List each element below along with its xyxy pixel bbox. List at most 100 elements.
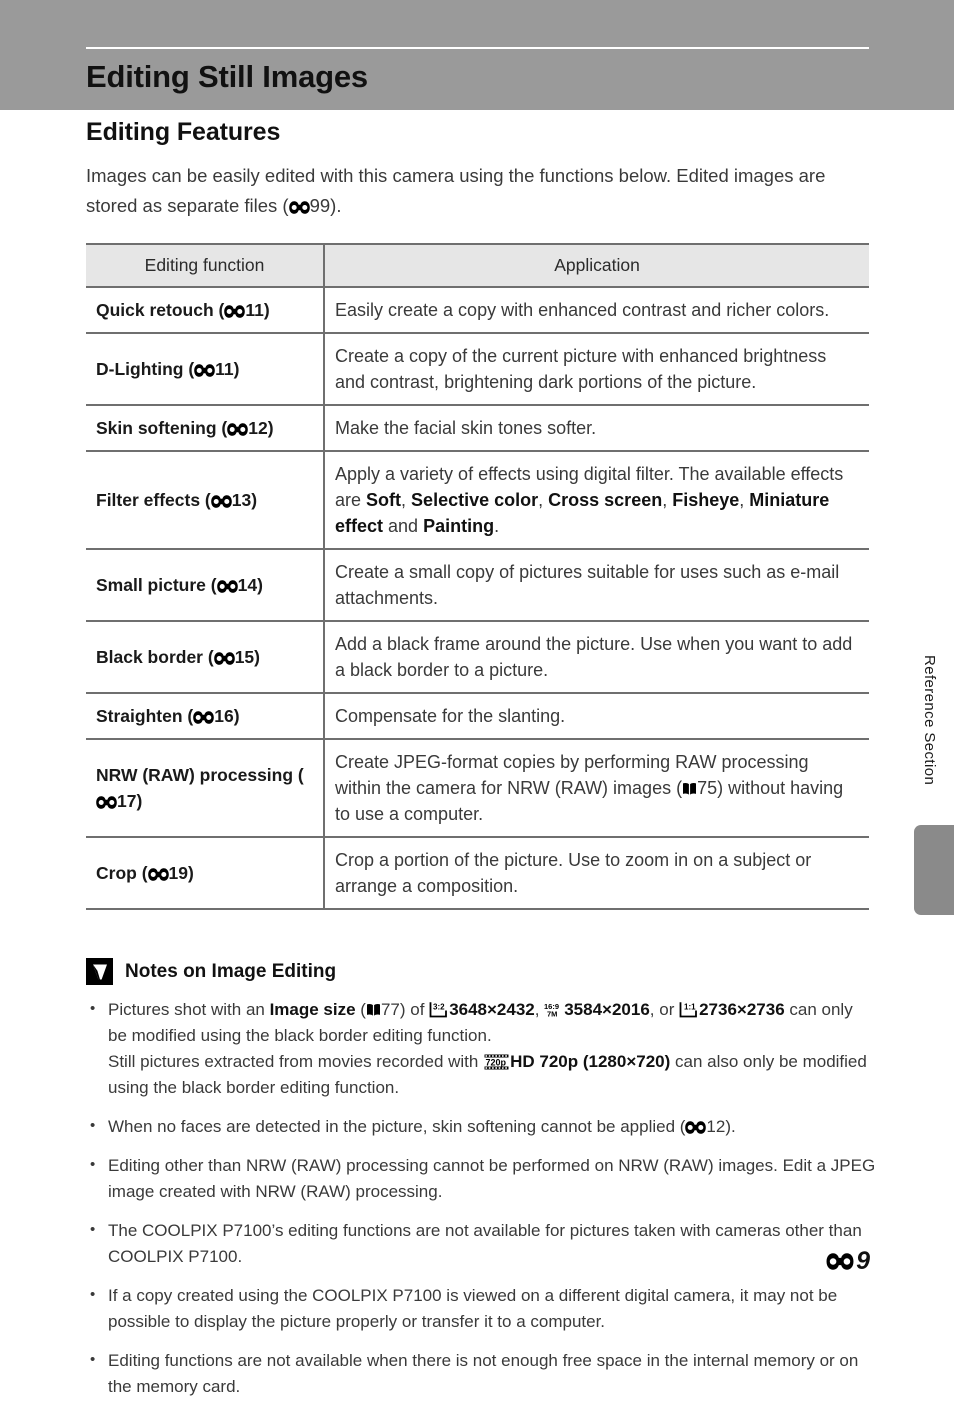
image-size-value: 3584×2016 (564, 1000, 650, 1019)
function-page-ref: 11 (245, 300, 264, 320)
function-page-ref: 17 (117, 791, 137, 811)
function-label: Quick retouch ( (96, 300, 225, 320)
reference-section-icon (288, 201, 310, 214)
cell-application: Add a black frame around the picture. Us… (324, 620, 869, 694)
table-row: Straighten (16) Compensate for the slant… (86, 692, 869, 740)
reference-section-icon (216, 580, 238, 593)
function-page-ref: 12 (248, 418, 268, 438)
effect-name: Selective color (411, 490, 539, 510)
page-header-band: Editing Still Images (0, 0, 954, 110)
note-text: ) of (399, 1000, 430, 1019)
main-content: Editing Features Images can be easily ed… (86, 118, 875, 1413)
function-label-tail: ) (136, 791, 143, 811)
table-row: NRW (RAW) processing ( 17) Create JPEG-fo… (86, 738, 869, 838)
header-divider-rule (86, 47, 869, 49)
intro-text-part1: Images can be easily edited with this ca… (86, 165, 826, 216)
function-label-tail: ) (251, 490, 258, 510)
table-row: Crop (19) Crop a portion of the picture.… (86, 836, 869, 910)
table-row: Skin softening ( 12) Make the facial skin… (86, 404, 869, 452)
function-label-tail: ) (188, 863, 194, 883)
cell-application: Easily create a copy with enhanced contr… (324, 286, 869, 334)
reference-section-icon (213, 652, 235, 665)
reference-section-icon (96, 796, 117, 809)
table-row: Black border (15) Add a black frame arou… (86, 620, 869, 694)
reference-section-icon (826, 1253, 854, 1270)
svg-text:3:2: 3:2 (433, 1003, 445, 1012)
note-text: Still pictures extracted from movies rec… (108, 1052, 484, 1071)
cell-editing-function: NRW (RAW) processing ( 17) (86, 738, 325, 838)
cell-application: Make the facial skin tones softer. (324, 404, 869, 452)
reference-section-icon (194, 364, 215, 377)
note-item: Pictures shot with an Image size (77) of… (86, 996, 876, 1101)
section-title: Editing Features (86, 118, 281, 146)
movie-mode-value: HD 720p (1280×720) (510, 1052, 671, 1071)
manual-book-icon (366, 1003, 381, 1017)
column-header-application: Application (324, 243, 869, 288)
function-label: Skin softening ( (96, 418, 228, 438)
function-page-ref: 11 (215, 359, 234, 379)
function-label: Small picture ( (96, 575, 217, 595)
effect-name: Painting (423, 516, 495, 536)
table-row: Quick retouch ( 11) Easily create a copy … (86, 286, 869, 334)
function-label: Straighten ( (96, 706, 194, 726)
cell-application: Compensate for the slanting. (324, 692, 869, 740)
note-text: , or (649, 1000, 680, 1019)
note-item: The COOLPIX P7100’s editing functions ar… (86, 1217, 876, 1270)
effect-name: Cross screen (548, 490, 663, 510)
note-text: , (534, 1000, 545, 1019)
function-page-ref: 13 (231, 490, 252, 510)
note-text: ). (725, 1117, 736, 1136)
side-section-tab (914, 825, 954, 915)
function-label-tail: ) (257, 575, 263, 595)
manual-page-ref: 75 (697, 778, 718, 798)
section-intro: Images can be easily edited with this ca… (86, 161, 856, 221)
cell-editing-function: Skin softening ( 12) (86, 404, 325, 452)
function-label: NRW (RAW) processing ( (96, 765, 304, 785)
reference-section-icon (147, 868, 169, 881)
note-text: ( (355, 1000, 366, 1019)
note-line-1: Pictures shot with an Image size (77) of… (108, 997, 876, 1049)
notes-header: Notes on Image Editing (86, 958, 876, 985)
function-label-tail: ) (254, 647, 260, 667)
svg-text:1:1: 1:1 (684, 1003, 696, 1012)
function-page-ref: 14 (237, 575, 258, 595)
table-header: Editing function Application (86, 243, 869, 288)
cell-application: Create JPEG-format copies by performing … (324, 738, 869, 838)
effect-name: Fisheye (672, 490, 740, 510)
notes-section: Notes on Image Editing Pictures shot wit… (86, 958, 876, 1400)
cell-editing-function: Quick retouch ( 11) (86, 286, 325, 334)
note-item: If a copy created using the COOLPIX P710… (86, 1282, 876, 1335)
reference-section-icon (685, 1121, 707, 1134)
function-page-ref: 15 (234, 647, 255, 667)
table-row: Filter effects (13) Apply a variety of e… (86, 450, 869, 550)
reference-section-icon (210, 495, 232, 508)
note-text: When no faces are detected in the pictur… (108, 1117, 686, 1136)
table-row: D-Lighting (11) Create a copy of the cur… (86, 332, 869, 406)
cell-editing-function: Small picture ( 14) (86, 548, 325, 622)
cell-editing-function: D-Lighting (11) (86, 332, 325, 406)
movie-720p-icon: 720p (484, 1054, 509, 1070)
application-conjunction: and (383, 516, 424, 536)
manual-book-icon (682, 782, 697, 796)
cell-editing-function: Crop (19) (86, 836, 325, 910)
table-body: Quick retouch ( 11) Easily create a copy … (86, 286, 869, 910)
function-label-tail: ) (267, 418, 274, 438)
function-label: Filter effects ( (96, 490, 211, 510)
note-text: Pictures shot with an (108, 1000, 270, 1019)
reference-section-icon (193, 711, 215, 724)
note-item: Editing other than NRW (RAW) processing … (86, 1152, 876, 1205)
caution-checkmark-icon (86, 958, 113, 985)
image-size-3-2-icon: 3:2 (429, 1001, 448, 1018)
side-section-label: Reference Section (921, 655, 938, 786)
svg-text:7M: 7M (547, 1010, 557, 1019)
reference-section-icon (227, 423, 249, 436)
svg-text:720p: 720p (486, 1057, 507, 1067)
image-size-16-9-icon: 16:9 7M (544, 1001, 563, 1018)
page-number: 9 (856, 1247, 870, 1275)
image-size-value: 2736×2736 (699, 1000, 785, 1019)
reference-page-ref: 12 (706, 1117, 726, 1136)
intro-reference-number: 99 (309, 195, 331, 216)
page-title: Editing Still Images (86, 59, 368, 94)
cell-editing-function: Filter effects ( 13) (86, 450, 325, 550)
function-label-tail: ) (263, 300, 270, 320)
